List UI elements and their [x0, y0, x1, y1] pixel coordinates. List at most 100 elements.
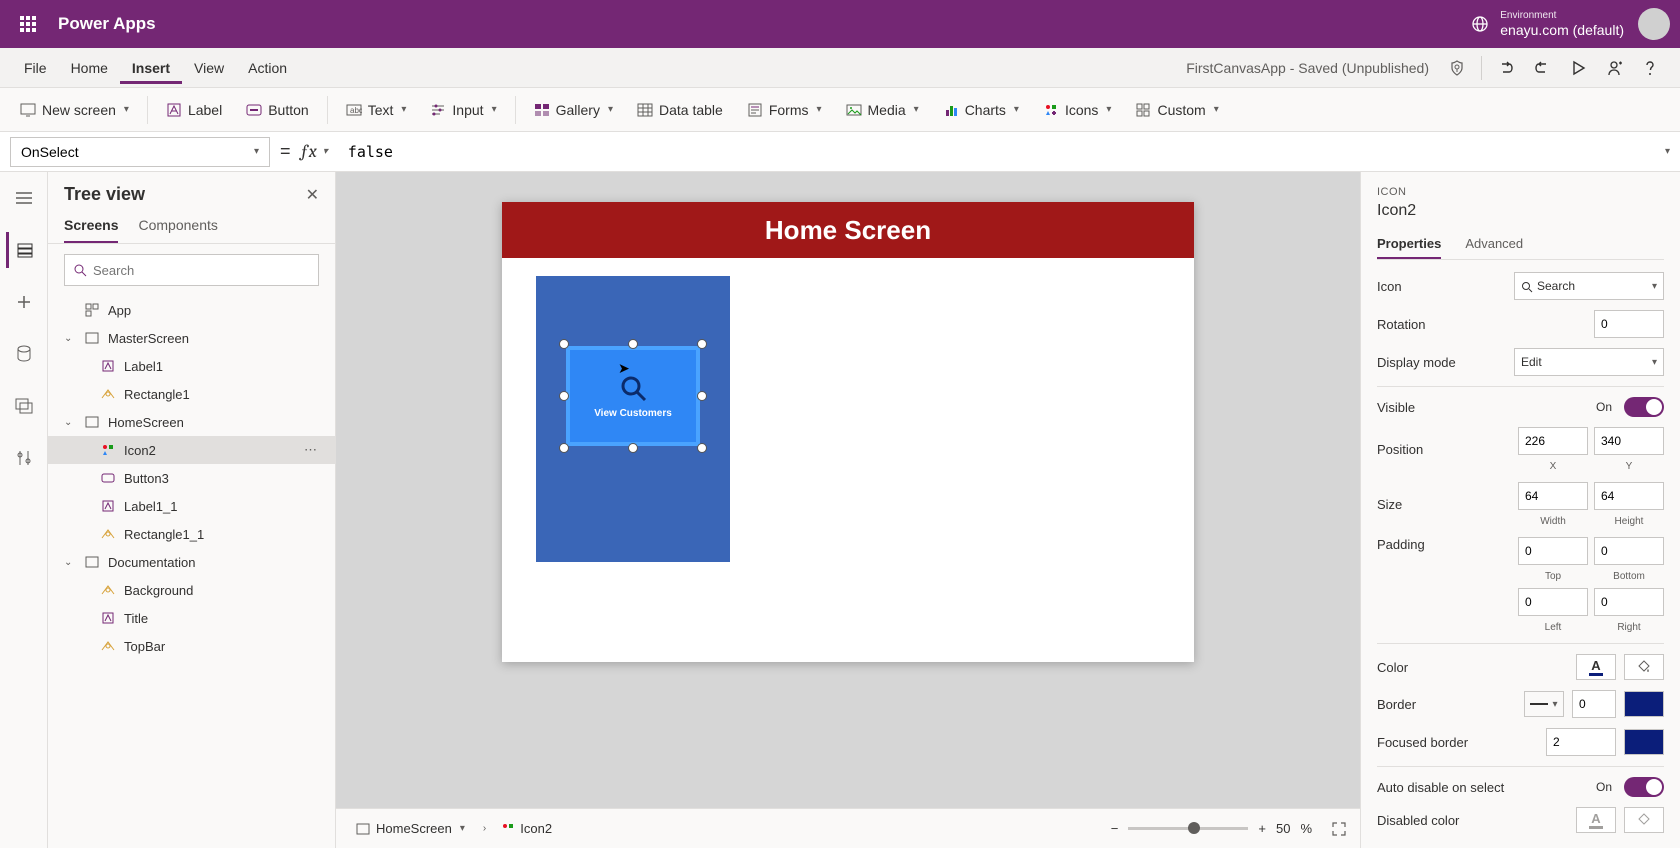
menu-file[interactable]: File — [12, 52, 59, 84]
gallery-button[interactable]: Gallery▾ — [524, 96, 623, 124]
autodisable-label: Auto disable on select — [1377, 780, 1588, 795]
redo-icon[interactable] — [1524, 50, 1560, 86]
button-icon — [246, 102, 262, 118]
data-icon[interactable] — [6, 336, 42, 372]
position-y-input[interactable] — [1594, 427, 1664, 455]
label-icon — [100, 610, 116, 626]
fill-picker[interactable] — [1624, 654, 1664, 680]
media-rail-icon[interactable] — [6, 388, 42, 424]
close-icon[interactable]: ✕ — [306, 185, 319, 205]
new-screen-button[interactable]: New screen▾ — [10, 96, 139, 124]
breadcrumb-homescreen[interactable]: HomeScreen▾ — [350, 819, 471, 838]
more-icon[interactable]: ⋯ — [304, 442, 319, 458]
chevron-down-icon[interactable]: ⌄ — [64, 333, 76, 344]
padding-bottom-input[interactable] — [1594, 537, 1664, 565]
button-button[interactable]: Button — [236, 96, 318, 124]
tree-label1-1[interactable]: Label1_1 — [48, 492, 335, 520]
tree-documentation[interactable]: ⌄Documentation — [48, 548, 335, 576]
tree-title[interactable]: Title — [48, 604, 335, 632]
visible-toggle[interactable] — [1624, 397, 1664, 417]
menu-home[interactable]: Home — [59, 52, 120, 84]
charts-button[interactable]: Charts▾ — [933, 96, 1029, 124]
height-input[interactable] — [1594, 482, 1664, 510]
icon-select[interactable]: Search▾ — [1514, 272, 1664, 300]
tab-components[interactable]: Components — [138, 209, 217, 243]
displaymode-select[interactable]: Edit▾ — [1514, 348, 1664, 376]
tab-properties[interactable]: Properties — [1377, 230, 1441, 259]
property-selector[interactable]: OnSelect ▾ — [10, 137, 270, 167]
tree-item-label: Icon2 — [124, 443, 156, 458]
zoom-slider[interactable] — [1128, 827, 1248, 830]
forms-button[interactable]: Forms▾ — [737, 96, 832, 124]
label-button[interactable]: Label — [156, 96, 232, 124]
play-icon[interactable] — [1560, 50, 1596, 86]
custom-button[interactable]: Custom▾ — [1125, 96, 1228, 124]
undo-icon[interactable] — [1488, 50, 1524, 86]
avatar[interactable] — [1638, 8, 1670, 40]
tab-screens[interactable]: Screens — [64, 209, 118, 243]
border-width-input[interactable] — [1572, 690, 1616, 718]
text-button[interactable]: abcText▾ — [336, 96, 417, 124]
menu-insert[interactable]: Insert — [120, 52, 182, 84]
tree-search-input[interactable] — [93, 263, 310, 278]
tree-icon2[interactable]: Icon2 ⋯ — [48, 436, 335, 464]
environment-icon[interactable]: Environment enayu.com (default) — [1470, 10, 1624, 39]
color-picker[interactable]: A — [1576, 654, 1616, 680]
disabledcolor-picker[interactable]: A — [1576, 807, 1616, 833]
tree-button3[interactable]: Button3 — [48, 464, 335, 492]
tree-topbar[interactable]: TopBar — [48, 632, 335, 660]
zoom-in-icon[interactable]: + — [1258, 821, 1266, 836]
gallery-label: Gallery — [556, 102, 600, 118]
tree-masterscreen[interactable]: ⌄MasterScreen — [48, 324, 335, 352]
padding-right-input[interactable] — [1594, 588, 1664, 616]
tree-background[interactable]: Background — [48, 576, 335, 604]
advanced-tools-icon[interactable] — [6, 440, 42, 476]
icons-button[interactable]: Icons▾ — [1033, 96, 1122, 124]
tree-label1[interactable]: Label1 — [48, 352, 335, 380]
fit-icon[interactable] — [1332, 822, 1346, 836]
app-launcher-icon[interactable] — [10, 6, 46, 42]
fx-icon[interactable]: ƒx▾ — [301, 141, 328, 162]
tree-homescreen[interactable]: ⌄HomeScreen — [48, 408, 335, 436]
border-style-select[interactable]: ▾ — [1524, 691, 1564, 717]
icon2-selected[interactable]: View Customers ➤ — [566, 346, 700, 446]
add-icon[interactable] — [6, 284, 42, 320]
chevron-down-icon[interactable]: ⌄ — [64, 557, 76, 568]
share-icon[interactable] — [1596, 50, 1632, 86]
input-button[interactable]: Input▾ — [420, 96, 506, 124]
rotation-input[interactable] — [1594, 310, 1664, 338]
breadcrumb-icon2[interactable]: Icon2 — [496, 819, 558, 838]
property-value: OnSelect — [21, 144, 79, 160]
menu-action[interactable]: Action — [236, 52, 299, 84]
expand-formula-icon[interactable]: ▾ — [1665, 146, 1670, 157]
position-x-input[interactable] — [1518, 427, 1588, 455]
chevron-down-icon[interactable]: ⌄ — [64, 417, 76, 428]
focusedborder-color-picker[interactable] — [1624, 729, 1664, 755]
app-checker-icon[interactable] — [1439, 50, 1475, 86]
zoom-out-icon[interactable]: − — [1111, 821, 1119, 836]
border-color-picker[interactable] — [1624, 691, 1664, 717]
padding-left-input[interactable] — [1518, 588, 1588, 616]
text-icon: abc — [346, 102, 362, 118]
tree-rectangle1-1[interactable]: Rectangle1_1 — [48, 520, 335, 548]
focusedborder-input[interactable] — [1546, 728, 1616, 756]
tree-rectangle1[interactable]: Rectangle1 — [48, 380, 335, 408]
tree-search[interactable] — [64, 254, 319, 286]
padding-top-input[interactable] — [1518, 537, 1588, 565]
canvas[interactable]: Home Screen View Customers ➤ — [502, 202, 1194, 662]
hamburger-icon[interactable] — [6, 180, 42, 216]
media-label: Media — [868, 102, 906, 118]
displaymode-label: Display mode — [1377, 355, 1506, 370]
media-button[interactable]: Media▾ — [836, 96, 929, 124]
datatable-button[interactable]: Data table — [627, 96, 733, 124]
tree-app[interactable]: App — [48, 296, 335, 324]
menu-view[interactable]: View — [182, 52, 236, 84]
tab-advanced[interactable]: Advanced — [1465, 230, 1523, 259]
breadcrumb-label: HomeScreen — [376, 821, 452, 836]
tree-view-icon[interactable] — [6, 232, 42, 268]
disabledfill-picker[interactable] — [1624, 807, 1664, 833]
width-input[interactable] — [1518, 482, 1588, 510]
help-icon[interactable] — [1632, 50, 1668, 86]
autodisable-toggle[interactable] — [1624, 777, 1664, 797]
formula-input[interactable] — [338, 137, 1653, 167]
